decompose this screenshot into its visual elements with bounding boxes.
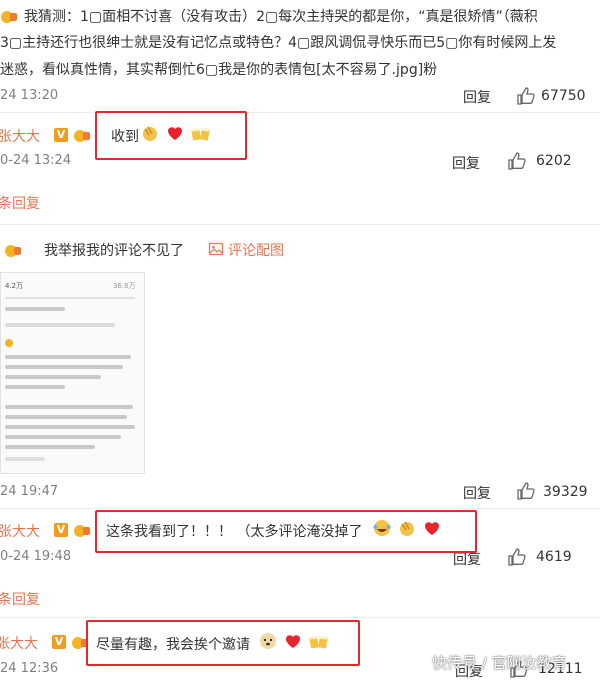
- like-count: 39329: [543, 484, 588, 500]
- thumbs-up-icon[interactable]: [507, 151, 527, 171]
- reply-button[interactable]: 回复: [463, 483, 491, 503]
- comment-time: 24 19:47: [0, 484, 59, 499]
- verified-v-icon: V: [54, 523, 68, 537]
- thumbs-up-icon[interactable]: [507, 547, 527, 567]
- comment-time: 0-24 13:24: [0, 153, 72, 168]
- fan-badge-icon: [73, 523, 91, 537]
- comment-1: 我猜测：1▢面相不讨喜（没有攻击）2▢每次主持哭的都是你，“真是很矫情”（薇积 …: [0, 0, 600, 112]
- fan-badge-icon: [73, 128, 91, 142]
- comment-text: 我举报我的评论不见了: [44, 243, 184, 259]
- thumb-line: [5, 385, 65, 389]
- highlight-box: [86, 620, 360, 666]
- thumb-line: [5, 355, 131, 359]
- comment-text-line1: 我猜测：1▢面相不讨喜（没有攻击）2▢每次主持哭的都是你，“真是很矫情”（薇积: [24, 9, 538, 25]
- thumb-line: [5, 435, 121, 439]
- fan-badge-icon: [0, 9, 18, 23]
- comment-3: 我举报我的评论不见了 评论配图 4.2万 36.6万 24 19:47 回复 3…: [0, 225, 600, 507]
- comment-time: 0-24 19:48: [0, 549, 72, 564]
- verified-v-icon: V: [54, 128, 68, 142]
- thumb-line: [5, 323, 115, 327]
- author-name[interactable]: 张大大: [0, 521, 40, 541]
- thumb-line: [5, 307, 65, 311]
- thumb-line: [5, 365, 123, 369]
- thumb-line: [5, 375, 101, 379]
- comment-image-thumbnail[interactable]: 4.2万 36.6万: [0, 272, 145, 474]
- thumbs-up-icon[interactable]: [516, 481, 536, 501]
- thumb-line: [5, 425, 135, 429]
- author-name[interactable]: 张大大: [0, 633, 38, 653]
- comment-text-line3: 迷惑，看似真性情，其实帮倒忙6▢我是你的表情包[太不容易了.jpg]粉: [0, 62, 438, 78]
- thumb-line: [5, 339, 13, 347]
- thumb-line: [5, 445, 95, 449]
- thumb-line: [5, 457, 45, 461]
- thumb-line: [5, 415, 127, 419]
- like-count: 4619: [536, 549, 572, 565]
- comment-time: 24 13:20: [0, 88, 59, 103]
- highlight-box: [95, 510, 477, 553]
- thumb-line: [5, 297, 135, 299]
- more-replies-link[interactable]: 条回复: [0, 193, 40, 213]
- verified-v-icon: V: [52, 635, 66, 649]
- highlight-box: [95, 111, 247, 160]
- reply-button[interactable]: 回复: [452, 153, 480, 173]
- reply-button[interactable]: 回复: [463, 87, 491, 107]
- comment-2: 张大大 V 收到 0-24 13:24 回复 6202 条回复: [0, 113, 600, 223]
- image-icon[interactable]: [208, 241, 224, 261]
- thumbs-up-icon[interactable]: [516, 86, 536, 106]
- more-replies-link[interactable]: 条回复: [0, 589, 40, 609]
- fan-badge-icon: [4, 243, 22, 257]
- watermark: 快传号 / 官阿汝教育: [432, 654, 567, 672]
- thumb-count-left: 4.2万: [5, 282, 24, 290]
- comment-text-line2: 3▢主持还行也很绅士就是没有记忆点或特色？4▢跟风调侃寻快乐而已5▢你有时候网上…: [0, 35, 557, 51]
- like-count: 6202: [536, 153, 572, 169]
- like-count: 67750: [541, 88, 586, 104]
- thumb-count-right: 36.6万: [113, 282, 136, 290]
- author-name[interactable]: 张大大: [0, 126, 40, 146]
- thumb-line: [5, 405, 133, 409]
- image-link[interactable]: 评论配图: [228, 240, 284, 260]
